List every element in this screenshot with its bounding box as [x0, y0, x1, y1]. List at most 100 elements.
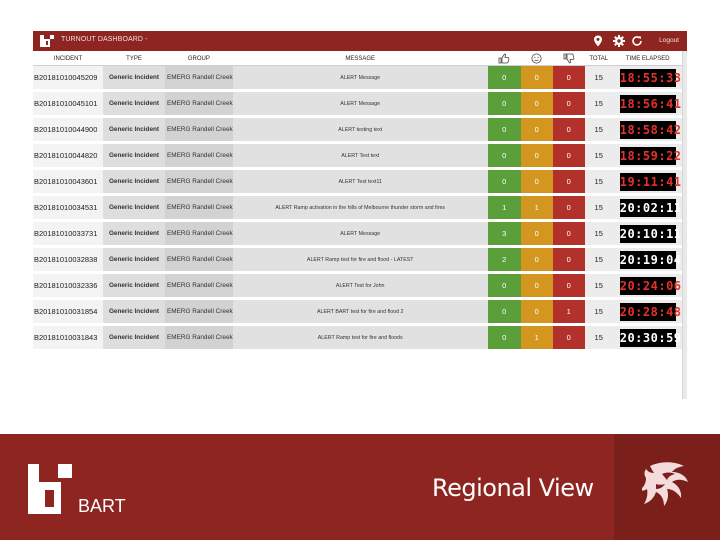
yes-count-cell: 0	[487, 326, 521, 352]
table-row[interactable]: B20181010034531 Generic Incident EMERG Ran…	[33, 196, 683, 222]
header-group[interactable]: GROUP	[165, 52, 233, 66]
message-cell: ALERT Ramp test for fire and flood - LAT…	[232, 248, 488, 274]
total-cell: 15	[584, 170, 613, 196]
maybe-count-cell: 0	[520, 92, 553, 118]
time-elapsed-cell: 20:19:04	[612, 248, 683, 274]
yes-count-cell: 0	[487, 300, 521, 326]
incident-cell: B20181010034531	[33, 196, 103, 222]
header-maybe[interactable]	[520, 52, 553, 66]
group-cell: EMERG Randell Creek	[165, 118, 233, 144]
type-cell: Generic Incident	[103, 196, 165, 222]
header-time-elapsed[interactable]: TIME ELAPSED	[612, 52, 683, 66]
table-row[interactable]: B20181010045101 Generic Incident EMERG Ran…	[33, 92, 683, 118]
incident-cell: B20181010032336	[33, 274, 103, 300]
refresh-icon[interactable]	[630, 34, 644, 48]
incident-cell: B20181010044820	[33, 144, 103, 170]
no-count-cell: 0	[552, 196, 585, 222]
table-row[interactable]: B20181010045209 Generic Incident EMERG Ran…	[33, 66, 683, 92]
top-bar: TURNOUT DASHBOARD - Logout	[33, 31, 687, 51]
time-elapsed-cell: 20:28:48	[612, 300, 683, 326]
table-row[interactable]: B20181010031843 Generic Incident EMERG Ran…	[33, 326, 683, 352]
table-row[interactable]: B20181010033731 Generic Incident EMERG Ran…	[33, 222, 683, 248]
group-cell: EMERG Randell Creek	[165, 170, 233, 196]
elapsed-clock: 19:11:41	[619, 172, 682, 191]
no-count-cell: 0	[552, 144, 585, 170]
no-count-cell: 0	[552, 274, 585, 300]
total-cell: 15	[584, 248, 613, 274]
incident-cell: B20181010033731	[33, 222, 103, 248]
logout-link[interactable]: Logout	[659, 37, 679, 44]
header-yes[interactable]	[487, 52, 521, 66]
header-message[interactable]: MESSAGE	[232, 52, 488, 66]
no-count-cell: 0	[552, 326, 585, 352]
maybe-count-cell: 0	[520, 118, 553, 144]
type-cell: Generic Incident	[103, 300, 165, 326]
table-row[interactable]: B20181010032838 Generic Incident EMERG Ran…	[33, 248, 683, 274]
turnout-dashboard-window: TURNOUT DASHBOARD - Logout INCIDENT TYPE…	[33, 31, 687, 399]
message-cell: ALERT Ramp test for fire and floods	[232, 326, 488, 352]
footer-banner: BART Regional View	[0, 434, 720, 540]
table-row[interactable]: B20181010043601 Generic Incident EMERG Ran…	[33, 170, 683, 196]
group-cell: EMERG Randell Creek	[165, 300, 233, 326]
message-cell: ALERT Test for John	[232, 274, 488, 300]
message-cell: ALERT Message	[232, 66, 488, 92]
table-row[interactable]: B20181010044900 Generic Incident EMERG Ran…	[33, 118, 683, 144]
yes-count-cell: 0	[487, 118, 521, 144]
table-header-row: INCIDENT TYPE GROUP MESSAGE TOTAL TIME E…	[33, 52, 683, 66]
yes-count-cell: 0	[487, 144, 521, 170]
incident-cell: B20181010045101	[33, 92, 103, 118]
time-elapsed-cell: 19:11:41	[612, 170, 683, 196]
maybe-count-cell: 1	[520, 326, 553, 352]
type-cell: Generic Incident	[103, 326, 165, 352]
elapsed-clock: 18:58:42	[619, 120, 682, 139]
elapsed-clock: 20:19:04	[619, 250, 682, 269]
time-elapsed-cell: 18:59:22	[612, 144, 683, 170]
location-pin-icon[interactable]	[591, 34, 605, 48]
header-no[interactable]	[552, 52, 585, 66]
incident-cell: B20181010031854	[33, 300, 103, 326]
maybe-count-cell: 0	[520, 274, 553, 300]
time-elapsed-cell: 20:30:59	[612, 326, 683, 352]
table-row[interactable]: B20181010032336 Generic Incident EMERG Ran…	[33, 274, 683, 300]
yes-count-cell: 2	[487, 248, 521, 274]
maybe-count-cell: 1	[520, 196, 553, 222]
thumbs-up-icon	[498, 53, 510, 64]
group-cell: EMERG Randell Creek	[165, 248, 233, 274]
type-cell: Generic Incident	[103, 92, 165, 118]
elapsed-clock: 18:55:33	[619, 68, 682, 87]
total-cell: 15	[584, 66, 613, 92]
gear-icon[interactable]	[612, 34, 626, 48]
table-row[interactable]: B20181010044820 Generic Incident EMERG Ran…	[33, 144, 683, 170]
incident-cell: B20181010045209	[33, 66, 103, 92]
total-cell: 15	[584, 222, 613, 248]
bart-logo-icon	[28, 464, 72, 514]
header-type[interactable]: TYPE	[103, 52, 165, 66]
yes-count-cell: 0	[487, 170, 521, 196]
header-incident[interactable]: INCIDENT	[33, 52, 103, 66]
time-elapsed-cell: 18:58:42	[612, 118, 683, 144]
type-cell: Generic Incident	[103, 248, 165, 274]
incident-cell: B20181010043601	[33, 170, 103, 196]
incident-cell: B20181010032838	[33, 248, 103, 274]
table-row[interactable]: B20181010031854 Generic Incident EMERG Ran…	[33, 300, 683, 326]
bart-small-logo-icon	[40, 35, 54, 47]
no-count-cell: 0	[552, 118, 585, 144]
total-cell: 15	[584, 144, 613, 170]
group-cell: EMERG Randell Creek	[165, 326, 233, 352]
maybe-count-cell: 0	[520, 144, 553, 170]
header-total[interactable]: TOTAL	[584, 52, 613, 66]
message-cell: ALERT Ramp activation in the hills of Me…	[232, 196, 488, 222]
total-cell: 15	[584, 274, 613, 300]
incident-rows: B20181010045209 Generic Incident EMERG Ran…	[33, 66, 683, 352]
thumbs-down-icon	[563, 53, 575, 64]
elapsed-clock: 20:02:11	[619, 198, 682, 217]
total-cell: 15	[584, 118, 613, 144]
time-elapsed-cell: 20:10:11	[612, 222, 683, 248]
type-cell: Generic Incident	[103, 170, 165, 196]
message-cell: ALERT testing text	[232, 118, 488, 144]
elapsed-clock: 20:10:11	[619, 224, 682, 243]
total-cell: 15	[584, 196, 613, 222]
elapsed-clock: 20:24:06	[619, 276, 682, 295]
group-cell: EMERG Randell Creek	[165, 274, 233, 300]
table-scrollbar[interactable]	[682, 51, 687, 399]
